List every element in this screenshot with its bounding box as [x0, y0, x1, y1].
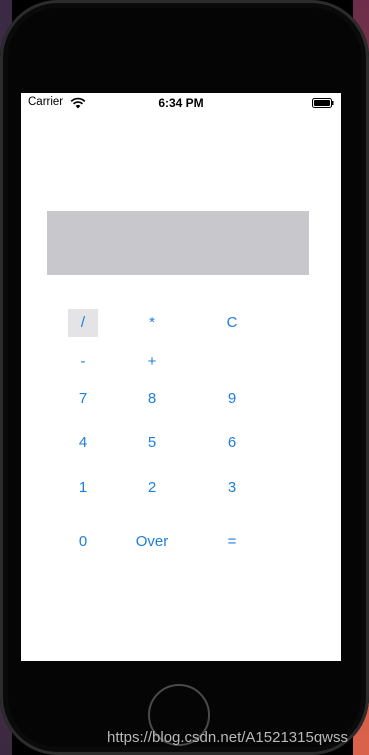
zero-button[interactable]: 0 [68, 528, 98, 556]
plus-button[interactable]: + [137, 348, 167, 376]
six-button[interactable]: 6 [217, 429, 247, 457]
equals-button[interactable]: = [217, 528, 247, 556]
phone-frame: Carrier 6:34 PM / * C - + 7 8 9 4 5 6 1 … [0, 0, 369, 755]
one-button[interactable]: 1 [68, 474, 98, 502]
eight-button[interactable]: 8 [137, 385, 167, 413]
over-button[interactable]: Over [127, 528, 177, 556]
multiply-button[interactable]: * [137, 309, 167, 337]
status-time: 6:34 PM [158, 96, 204, 110]
seven-button[interactable]: 7 [68, 385, 98, 413]
watermark-text: https://blog.csdn.net/A1521315qwss [107, 729, 348, 746]
clear-button[interactable]: C [217, 309, 247, 337]
two-button[interactable]: 2 [137, 474, 167, 502]
nine-button[interactable]: 9 [217, 385, 247, 413]
calculator-display [47, 211, 309, 275]
divide-button[interactable]: / [68, 309, 98, 337]
minus-button[interactable]: - [68, 348, 98, 376]
status-bar: Carrier 6:34 PM [21, 93, 341, 113]
five-button[interactable]: 5 [137, 429, 167, 457]
three-button[interactable]: 3 [217, 474, 247, 502]
app-screen: Carrier 6:34 PM / * C - + 7 8 9 4 5 6 1 … [21, 93, 341, 661]
battery-icon [312, 98, 334, 108]
four-button[interactable]: 4 [68, 429, 98, 457]
